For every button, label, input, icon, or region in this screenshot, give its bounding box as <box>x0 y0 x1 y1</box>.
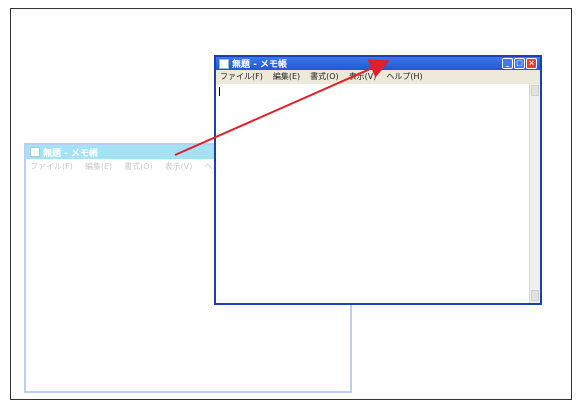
drag-arrow <box>174 59 390 156</box>
